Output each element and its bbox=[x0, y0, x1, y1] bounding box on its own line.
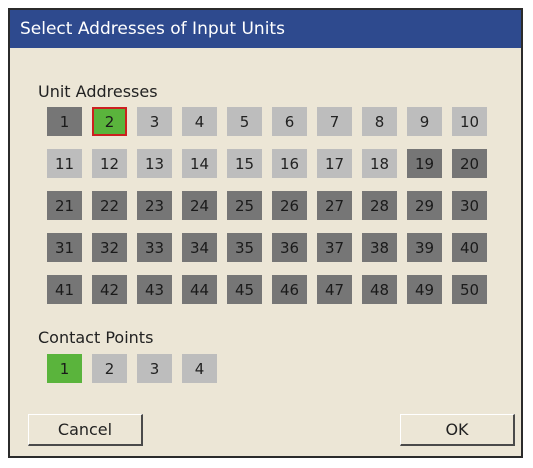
unit-address-39[interactable]: 39 bbox=[407, 233, 442, 262]
unit-address-36[interactable]: 36 bbox=[272, 233, 307, 262]
contact-points-row: 1234 bbox=[47, 354, 217, 383]
unit-address-38[interactable]: 38 bbox=[362, 233, 397, 262]
cancel-button[interactable]: Cancel bbox=[28, 414, 143, 446]
unit-address-26[interactable]: 26 bbox=[272, 191, 307, 220]
unit-addresses-label: Unit Addresses bbox=[38, 82, 158, 101]
contact-point-1[interactable]: 1 bbox=[47, 354, 82, 383]
unit-address-29[interactable]: 29 bbox=[407, 191, 442, 220]
unit-address-35[interactable]: 35 bbox=[227, 233, 262, 262]
contact-point-2[interactable]: 2 bbox=[92, 354, 127, 383]
unit-address-8[interactable]: 8 bbox=[362, 107, 397, 136]
unit-address-37[interactable]: 37 bbox=[317, 233, 352, 262]
unit-address-16[interactable]: 16 bbox=[272, 149, 307, 178]
unit-address-45[interactable]: 45 bbox=[227, 275, 262, 304]
unit-address-row: 11 12 13 14 15 16 17 18 19 20 bbox=[47, 149, 487, 178]
unit-address-30[interactable]: 30 bbox=[452, 191, 487, 220]
unit-address-11[interactable]: 11 bbox=[47, 149, 82, 178]
unit-address-5[interactable]: 5 bbox=[227, 107, 262, 136]
unit-address-row: 21 22 23 24 25 26 27 28 29 30 bbox=[47, 191, 487, 220]
unit-address-12[interactable]: 12 bbox=[92, 149, 127, 178]
ok-button[interactable]: OK bbox=[400, 414, 515, 446]
unit-address-40[interactable]: 40 bbox=[452, 233, 487, 262]
unit-address-33[interactable]: 33 bbox=[137, 233, 172, 262]
contact-points-grid: 1234 bbox=[47, 354, 217, 396]
unit-address-10[interactable]: 10 bbox=[452, 107, 487, 136]
unit-address-27[interactable]: 27 bbox=[317, 191, 352, 220]
unit-address-15[interactable]: 15 bbox=[227, 149, 262, 178]
unit-address-41[interactable]: 41 bbox=[47, 275, 82, 304]
unit-address-row: 41 42 43 44 45 46 47 48 49 50 bbox=[47, 275, 487, 304]
unit-address-21[interactable]: 21 bbox=[47, 191, 82, 220]
unit-address-4[interactable]: 4 bbox=[182, 107, 217, 136]
unit-address-32[interactable]: 32 bbox=[92, 233, 127, 262]
unit-address-row: 31 32 33 34 35 36 37 38 39 40 bbox=[47, 233, 487, 262]
unit-address-31[interactable]: 31 bbox=[47, 233, 82, 262]
unit-address-44[interactable]: 44 bbox=[182, 275, 217, 304]
unit-address-22[interactable]: 22 bbox=[92, 191, 127, 220]
unit-address-24[interactable]: 24 bbox=[182, 191, 217, 220]
unit-address-13[interactable]: 13 bbox=[137, 149, 172, 178]
unit-address-43[interactable]: 43 bbox=[137, 275, 172, 304]
unit-address-7[interactable]: 7 bbox=[317, 107, 352, 136]
unit-address-47[interactable]: 47 bbox=[317, 275, 352, 304]
unit-address-48[interactable]: 48 bbox=[362, 275, 397, 304]
unit-address-42[interactable]: 42 bbox=[92, 275, 127, 304]
contact-point-4[interactable]: 4 bbox=[182, 354, 217, 383]
unit-address-row: 1 2 3 4 5 6 7 8 9 10 bbox=[47, 107, 487, 136]
unit-address-23[interactable]: 23 bbox=[137, 191, 172, 220]
unit-address-2[interactable]: 2 bbox=[92, 107, 127, 136]
unit-address-25[interactable]: 25 bbox=[227, 191, 262, 220]
unit-address-34[interactable]: 34 bbox=[182, 233, 217, 262]
unit-address-3[interactable]: 3 bbox=[137, 107, 172, 136]
unit-address-19[interactable]: 19 bbox=[407, 149, 442, 178]
unit-address-17[interactable]: 17 bbox=[317, 149, 352, 178]
unit-address-18[interactable]: 18 bbox=[362, 149, 397, 178]
unit-address-20[interactable]: 20 bbox=[452, 149, 487, 178]
unit-address-1[interactable]: 1 bbox=[47, 107, 82, 136]
dialog-title: Select Addresses of Input Units bbox=[10, 10, 521, 48]
unit-address-49[interactable]: 49 bbox=[407, 275, 442, 304]
contact-points-label: Contact Points bbox=[38, 328, 154, 347]
unit-address-46[interactable]: 46 bbox=[272, 275, 307, 304]
select-addresses-dialog: Select Addresses of Input Units Unit Add… bbox=[8, 8, 523, 458]
unit-address-14[interactable]: 14 bbox=[182, 149, 217, 178]
unit-address-6[interactable]: 6 bbox=[272, 107, 307, 136]
unit-address-50[interactable]: 50 bbox=[452, 275, 487, 304]
unit-address-28[interactable]: 28 bbox=[362, 191, 397, 220]
contact-point-3[interactable]: 3 bbox=[137, 354, 172, 383]
unit-address-9[interactable]: 9 bbox=[407, 107, 442, 136]
unit-address-grid: 1 2 3 4 5 6 7 8 9 10 11 12 13 14 15 16 17 18 19 20 21 22 23 24 2… bbox=[47, 107, 487, 317]
